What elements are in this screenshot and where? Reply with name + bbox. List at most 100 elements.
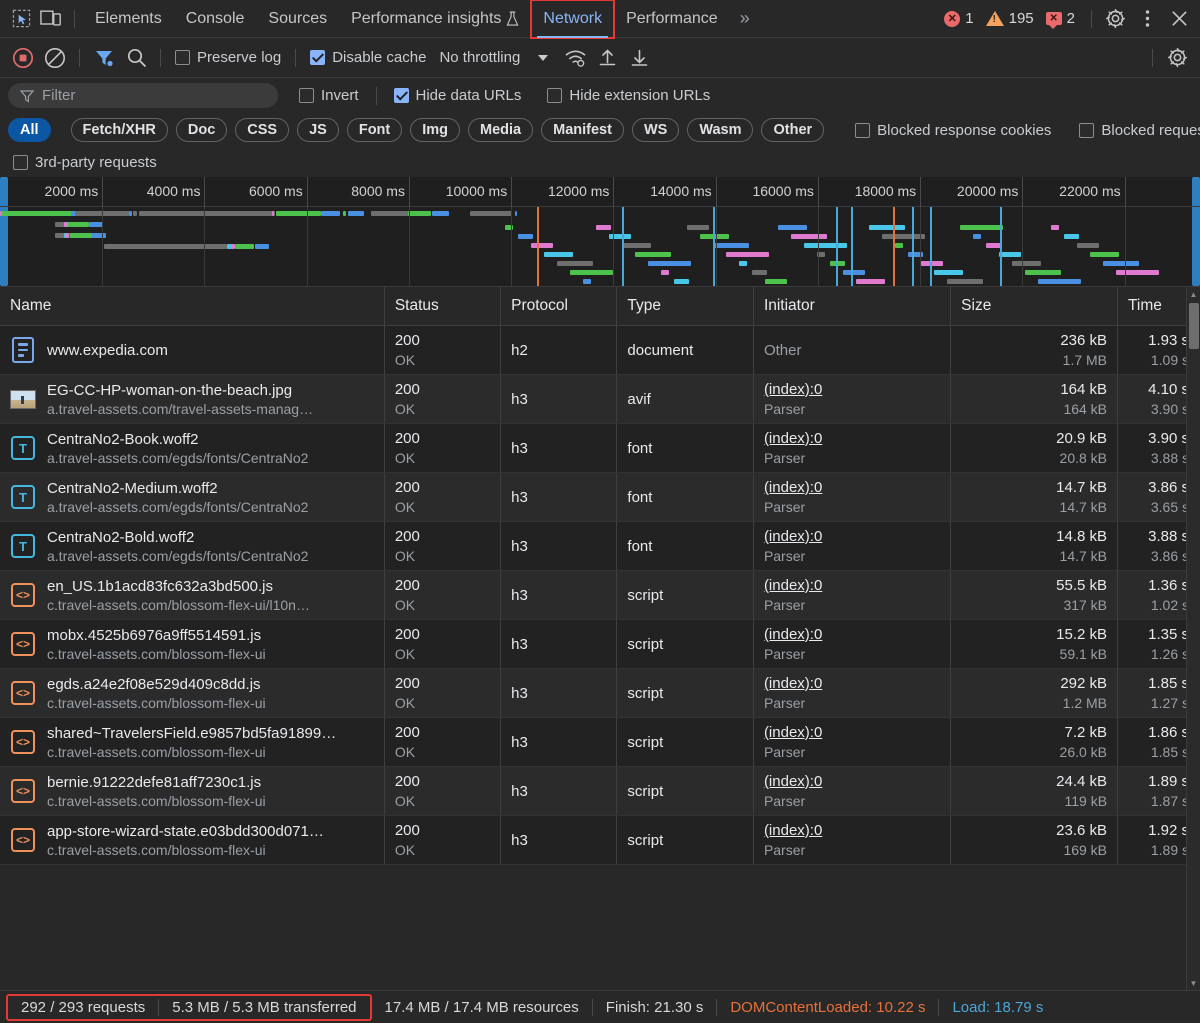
initiator-link[interactable]: (index):0 <box>764 822 940 839</box>
table-row[interactable]: <> en_US.1b1acd83fc632a3bd500.js c.travel-… <box>0 570 1200 620</box>
search-icon[interactable] <box>121 43 151 73</box>
initiator-link[interactable]: (index):0 <box>764 724 940 741</box>
close-icon[interactable] <box>1164 4 1194 34</box>
cell-name[interactable]: <> egds.a24e2f08e529d409c8dd.js c.travel-a… <box>0 668 385 718</box>
initiator-link[interactable]: (index):0 <box>764 430 940 447</box>
size-transferred: 14.8 kB <box>1056 528 1108 545</box>
pill-js[interactable]: JS <box>297 118 339 142</box>
cell-name[interactable]: <> en_US.1b1acd83fc632a3bd500.js c.travel-… <box>0 570 385 620</box>
hide-extension-urls-checkbox[interactable]: Hide extension URLs <box>542 87 715 104</box>
table-row[interactable]: <> shared~TravelersField.e9857bd5fa91899…… <box>0 717 1200 767</box>
column-header-status[interactable]: Status <box>384 287 502 326</box>
window-controls <box>1100 4 1200 34</box>
table-row[interactable]: <> mobx.4525b6976a9ff5514591.js c.travel-a… <box>0 619 1200 669</box>
cell-protocol: h3 <box>500 570 618 620</box>
export-har-icon[interactable] <box>624 43 654 73</box>
filter-toggle-icon[interactable] <box>89 43 119 73</box>
pill-all[interactable]: All <box>8 118 51 142</box>
pill-css[interactable]: CSS <box>235 118 290 142</box>
blocked-requests-checkbox[interactable]: Blocked requests <box>1074 122 1200 139</box>
table-row[interactable]: www.expedia.com 200 OK h2 document Other 236 k… <box>0 325 1200 375</box>
table-row[interactable]: T CentraNo2-Medium.woff2 a.travel-assets.c… <box>0 472 1200 522</box>
status-text: OK <box>394 744 416 760</box>
scroll-down-arrow-icon[interactable]: ▼ <box>1187 976 1200 990</box>
type-value: avif <box>627 390 651 408</box>
pill-doc[interactable]: Doc <box>175 118 228 142</box>
pill-font[interactable]: Font <box>346 118 403 142</box>
invert-checkbox[interactable]: Invert <box>294 87 364 104</box>
initiator-link[interactable]: (index):0 <box>764 773 940 790</box>
warning-badge[interactable]: 195 <box>982 10 1038 27</box>
cell-name[interactable]: <> app-store-wizard-state.e03bdd300d071… c… <box>0 815 385 865</box>
scrollbar-thumb[interactable] <box>1189 303 1199 349</box>
import-har-icon[interactable] <box>592 43 622 73</box>
initiator-link[interactable]: (index):0 <box>764 381 940 398</box>
initiator-link[interactable]: (index):0 <box>764 626 940 643</box>
pill-img[interactable]: Img <box>410 118 461 142</box>
tab-performance[interactable]: Performance <box>614 0 730 38</box>
tab-performance-insights[interactable]: Performance insights <box>339 0 531 38</box>
cell-name[interactable]: T CentraNo2-Bold.woff2 a.travel-assets.com… <box>0 521 385 571</box>
message-badge[interactable]: ✕ 2 <box>1042 10 1079 29</box>
overview-gridline <box>306 207 308 286</box>
error-badge[interactable]: ✕ 1 <box>940 10 977 27</box>
blocked-response-cookies-checkbox[interactable]: Blocked response cookies <box>850 122 1056 139</box>
more-options-icon[interactable] <box>1132 4 1162 34</box>
column-header-size[interactable]: Size <box>950 287 1119 326</box>
cell-name[interactable]: <> shared~TravelersField.e9857bd5fa91899…… <box>0 717 385 767</box>
preserve-log-checkbox[interactable]: Preserve log <box>170 49 286 66</box>
scroll-up-arrow-icon[interactable]: ▲ <box>1187 287 1200 301</box>
column-header-initiator[interactable]: Initiator <box>753 287 952 326</box>
pill-fetch-xhr[interactable]: Fetch/XHR <box>70 118 168 142</box>
cell-name[interactable]: <> mobx.4525b6976a9ff5514591.js c.travel-a… <box>0 619 385 669</box>
overview-gridline <box>715 207 717 286</box>
table-row[interactable]: <> bernie.91222defe81aff7230c1.js c.travel… <box>0 766 1200 816</box>
hide-data-urls-checkbox[interactable]: Hide data URLs <box>389 87 527 104</box>
tab-elements[interactable]: Elements <box>83 0 174 38</box>
table-row[interactable]: T CentraNo2-Bold.woff2 a.travel-assets.com… <box>0 521 1200 571</box>
network-overview-timeline[interactable]: 2000 ms 4000 ms 6000 ms 8000 ms 10000 ms 1200… <box>0 177 1200 287</box>
cell-name[interactable]: EG-CC-HP-woman-on-the-beach.jpg a.travel-… <box>0 374 385 424</box>
tab-network[interactable]: Network <box>530 0 616 39</box>
table-row[interactable]: T CentraNo2-Book.woff2 a.travel-assets.com… <box>0 423 1200 473</box>
inspect-element-icon[interactable] <box>6 4 36 34</box>
tab-console[interactable]: Console <box>174 0 257 38</box>
warning-triangle-icon <box>985 11 1004 26</box>
throttling-select[interactable]: No throttling <box>433 49 526 66</box>
cell-name[interactable]: <> bernie.91222defe81aff7230c1.js c.travel… <box>0 766 385 816</box>
initiator-link[interactable]: (index):0 <box>764 675 940 692</box>
initiator-link[interactable]: (index):0 <box>764 479 940 496</box>
initiator-link[interactable]: (index):0 <box>764 528 940 545</box>
network-settings-icon[interactable] <box>1162 43 1192 73</box>
initiator-link[interactable]: (index):0 <box>764 577 940 594</box>
column-header-protocol[interactable]: Protocol <box>500 287 618 326</box>
tab-sources[interactable]: Sources <box>256 0 339 38</box>
table-row[interactable]: <> app-store-wizard-state.e03bdd300d071… c… <box>0 815 1200 865</box>
pill-wasm[interactable]: Wasm <box>687 118 754 142</box>
column-header-type[interactable]: Type <box>616 287 754 326</box>
pill-ws[interactable]: WS <box>631 118 680 142</box>
table-vertical-scrollbar[interactable]: ▲ ▼ <box>1186 287 1200 990</box>
more-tabs-chevron-icon[interactable]: » <box>730 8 760 29</box>
table-row[interactable]: EG-CC-HP-woman-on-the-beach.jpg a.travel-… <box>0 374 1200 424</box>
chevron-down-icon[interactable] <box>538 54 549 61</box>
column-header-name[interactable]: Name <box>0 287 385 326</box>
settings-gear-icon[interactable] <box>1100 4 1130 34</box>
record-button[interactable] <box>8 43 38 73</box>
device-toolbar-icon[interactable] <box>36 4 66 34</box>
overview-tick-label: 18000 ms <box>854 183 917 199</box>
network-conditions-icon[interactable] <box>560 43 590 73</box>
filter-input[interactable]: Filter <box>8 83 278 108</box>
disable-cache-checkbox[interactable]: Disable cache <box>305 49 431 66</box>
cell-name[interactable]: T CentraNo2-Book.woff2 a.travel-assets.com… <box>0 423 385 473</box>
pill-manifest[interactable]: Manifest <box>541 118 624 142</box>
pill-other[interactable]: Other <box>761 118 825 142</box>
type-value: document <box>627 341 694 359</box>
pill-media[interactable]: Media <box>468 118 534 142</box>
third-party-requests-checkbox[interactable]: 3rd-party requests <box>8 154 162 171</box>
table-row[interactable]: <> egds.a24e2f08e529d409c8dd.js c.travel-a… <box>0 668 1200 718</box>
protocol-value: h3 <box>511 537 528 555</box>
clear-button[interactable] <box>40 43 70 73</box>
cell-name[interactable]: T CentraNo2-Medium.woff2 a.travel-assets.c… <box>0 472 385 522</box>
cell-name[interactable]: www.expedia.com <box>0 325 385 375</box>
